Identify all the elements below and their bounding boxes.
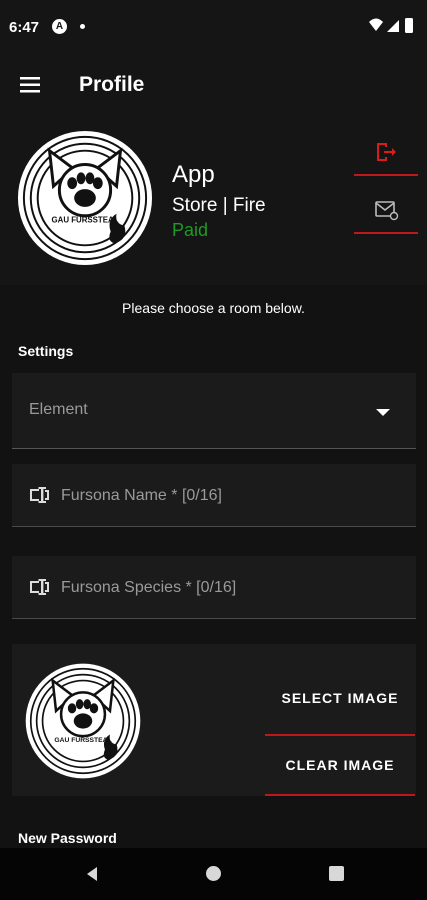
text-field-icon [30, 579, 49, 595]
avatar-logo-text: GAU FURSSTEAL [52, 216, 119, 225]
avatar: GAU FURSSTEAL [17, 130, 153, 266]
fursona-name-placeholder: Fursona Name * [0/16] [61, 487, 222, 504]
app-bar: Profile [0, 56, 427, 116]
clear-image-button[interactable]: CLEAR IMAGE [265, 739, 415, 796]
back-icon[interactable] [84, 866, 100, 882]
profile-header: GAU FURSSTEAL App Store | Fire Paid [0, 116, 427, 285]
wifi-icon [369, 18, 383, 31]
room-instruction: Please choose a room below. [122, 300, 305, 316]
logout-button[interactable] [354, 130, 418, 176]
new-password-heading: New Password [18, 830, 117, 846]
element-select-value: Element [29, 401, 88, 418]
payment-status: Paid [172, 220, 209, 240]
recents-icon[interactable] [329, 866, 344, 881]
menu-button[interactable] [14, 70, 48, 100]
mail-settings-icon [375, 201, 399, 221]
home-icon[interactable] [206, 866, 221, 881]
clear-image-label: CLEAR IMAGE [285, 757, 395, 773]
text-field-icon [30, 487, 49, 503]
image-card: GAU FURSSTEAL SELECT IMAGE CLEAR IMAGE [12, 644, 416, 796]
preview-logo-text: GAU FURSSTEAL [54, 737, 111, 744]
fursona-species-input[interactable]: Fursona Species * [0/16] [12, 556, 416, 619]
logout-icon [377, 143, 396, 161]
mail-settings-button[interactable] [354, 188, 418, 234]
image-preview: GAU FURSSTEAL [25, 663, 141, 779]
fursona-name-input[interactable]: Fursona Name * [0/16] [12, 464, 416, 527]
system-nav-bar [0, 848, 427, 900]
page-title: Profile [79, 73, 145, 96]
app-name: App [172, 161, 215, 188]
store-info: Store | Fire [172, 195, 266, 216]
system-status-icons [369, 18, 413, 33]
hamburger-menu-icon [20, 77, 40, 93]
dropdown-arrow-icon [376, 409, 390, 416]
fursona-species-placeholder: Fursona Species * [0/16] [61, 579, 237, 596]
signal-icon [387, 20, 399, 32]
app-notification-icon: A [52, 19, 67, 34]
select-image-button[interactable]: SELECT IMAGE [265, 662, 415, 736]
battery-icon [405, 18, 413, 33]
status-time: 6:47 [9, 19, 40, 36]
settings-heading: Settings [18, 343, 74, 359]
notification-dot-icon [80, 24, 85, 29]
select-image-label: SELECT IMAGE [281, 690, 399, 706]
element-select[interactable]: Element [12, 373, 416, 449]
status-bar: 6:47 A [0, 0, 427, 56]
